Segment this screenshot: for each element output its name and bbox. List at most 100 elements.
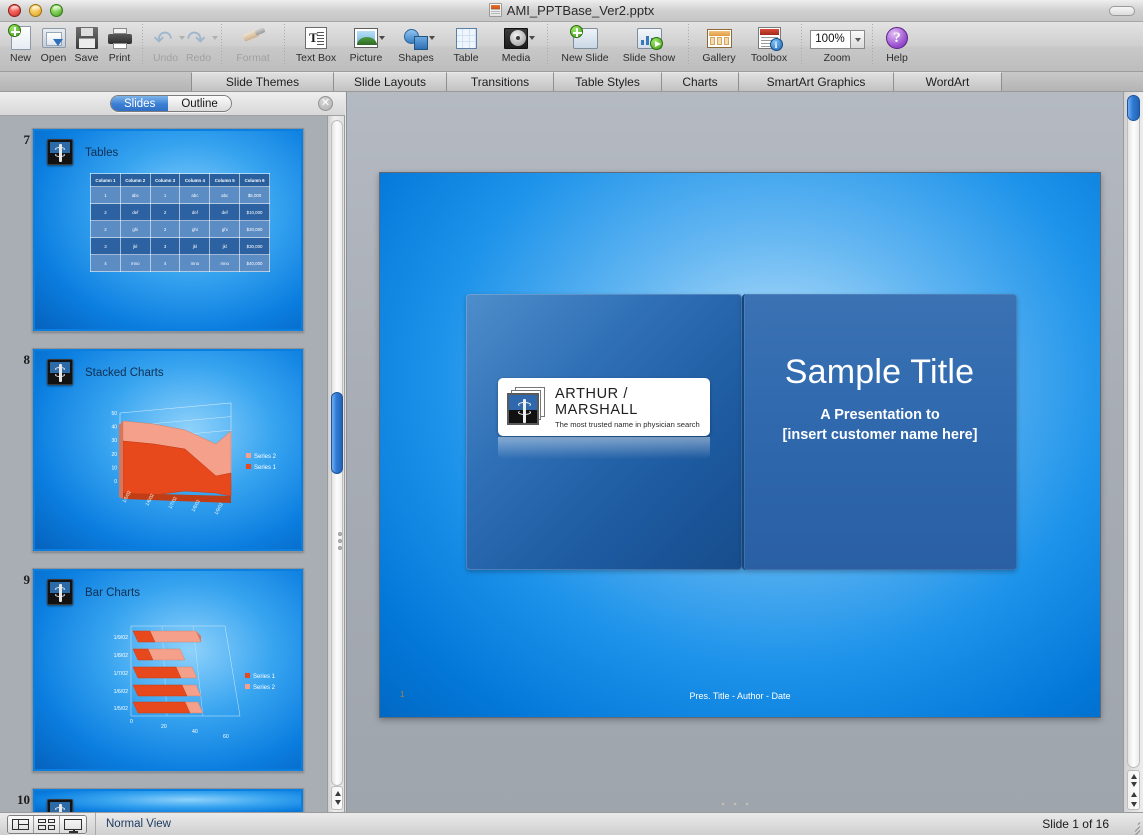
tab-smartart-graphics[interactable]: SmartArt Graphics xyxy=(739,72,894,91)
media-button[interactable]: Media xyxy=(491,22,541,64)
tab-table-styles[interactable]: Table Styles xyxy=(554,72,662,91)
next-slide-icon[interactable] xyxy=(1131,802,1137,807)
save-button[interactable]: Save xyxy=(70,22,103,64)
toolbox-button[interactable]: i Toolbox xyxy=(743,22,795,64)
chevron-down-icon[interactable] xyxy=(429,36,435,40)
slide-show-button-label: Slide Show xyxy=(622,52,676,64)
list-item[interactable]: 7 Tables Column 1 Column 2 Column 3 Colu… xyxy=(0,128,327,348)
tab-slide-layouts[interactable]: Slide Layouts xyxy=(334,72,447,91)
format-button[interactable]: Format xyxy=(228,22,278,64)
thumbnail-scrollbar[interactable] xyxy=(327,116,345,812)
slides-tab[interactable]: Slides xyxy=(111,96,169,111)
table-cell: $20,000 xyxy=(239,220,270,238)
svg-text:40: 40 xyxy=(111,425,117,431)
scrollbar-thumb[interactable] xyxy=(331,392,343,474)
open-button[interactable]: Open xyxy=(37,22,70,64)
slide-sorter-button[interactable] xyxy=(34,815,60,833)
toolbar-group-file: New Open Save Print xyxy=(4,22,136,72)
picture-icon xyxy=(353,25,385,51)
thumbnail-slide-9[interactable]: Bar Charts 1/9/02 1/8/02 1/7/02 1/6/02 1… xyxy=(32,568,304,772)
svg-text:1/6/02: 1/6/02 xyxy=(114,689,129,695)
window-resize-grip[interactable] xyxy=(1127,820,1141,835)
chevron-down-icon[interactable] xyxy=(379,36,385,40)
logo-panel[interactable]: ARTHUR / MARSHALL The most trusted name … xyxy=(466,294,742,570)
text-box-button[interactable]: T Text Box xyxy=(291,22,341,64)
pane-splitter-grip[interactable] xyxy=(338,532,342,550)
toolbar-toggle-button[interactable] xyxy=(1109,6,1135,16)
pptx-file-icon xyxy=(488,3,502,17)
logo-reflection xyxy=(498,437,710,459)
scrollbar-arrows[interactable] xyxy=(331,786,343,810)
chevron-down-icon[interactable] xyxy=(211,36,218,40)
thumbnail-slide-8[interactable]: Stacked Charts 50 40 30 20 10 0 1/5/02 1… xyxy=(32,348,304,552)
close-icon[interactable]: ✕ xyxy=(318,96,333,111)
table-cell: 4 xyxy=(90,254,121,272)
thumbnail-list[interactable]: 7 Tables Column 1 Column 2 Column 3 Colu… xyxy=(0,116,327,812)
new-slide-button[interactable]: New Slide xyxy=(554,22,616,64)
new-button[interactable]: New xyxy=(4,22,37,64)
undo-button[interactable]: ↶ Undo xyxy=(149,22,185,64)
chevron-down-icon[interactable] xyxy=(849,30,865,49)
current-slide[interactable]: ARTHUR / MARSHALL The most trusted name … xyxy=(379,172,1101,718)
gallery-icon xyxy=(706,25,732,51)
svg-text:60: 60 xyxy=(223,734,229,740)
slides-outline-segmented-control[interactable]: Slides Outline xyxy=(110,95,232,112)
notes-splitter-grip[interactable] xyxy=(721,802,749,806)
tab-wordart[interactable]: WordArt xyxy=(894,72,1002,91)
table-button[interactable]: Table xyxy=(441,22,491,64)
svg-text:20: 20 xyxy=(111,452,117,458)
tab-transitions[interactable]: Transitions xyxy=(447,72,554,91)
scrollbar-track[interactable] xyxy=(1127,95,1140,768)
text-box-icon: T xyxy=(303,25,329,51)
outline-tab[interactable]: Outline xyxy=(168,96,231,111)
picture-button[interactable]: Picture xyxy=(341,22,391,64)
view-mode-buttons[interactable] xyxy=(7,814,87,834)
slide-counter: Slide 1 of 16 xyxy=(1042,817,1109,831)
thumbnail-number: 9 xyxy=(23,572,31,587)
thumbnail-table: Column 1 Column 2 Column 3 Column 4 Colu… xyxy=(90,173,270,272)
toolbar-group-edit: ↶ Undo ↷ Redo xyxy=(149,22,218,72)
scroll-up-icon[interactable] xyxy=(1131,774,1137,779)
print-button[interactable]: Print xyxy=(103,22,136,64)
toolbox-button-label: Toolbox xyxy=(750,52,788,64)
svg-text:1/8/02: 1/8/02 xyxy=(114,653,129,659)
redo-button[interactable]: ↷ Redo xyxy=(182,22,218,64)
presenter-view-button[interactable] xyxy=(60,815,86,833)
tab-charts[interactable]: Charts xyxy=(662,72,739,91)
table-cell: def xyxy=(209,203,241,221)
chevron-down-icon[interactable] xyxy=(529,36,535,40)
tab-label: SmartArt Graphics xyxy=(766,75,866,89)
help-button[interactable]: ? Help xyxy=(879,22,915,64)
slide-subtitle[interactable]: A Presentation to [insert customer name … xyxy=(730,405,1030,445)
slide-show-button[interactable]: Slide Show xyxy=(616,22,682,64)
table-cell: 2 xyxy=(149,220,181,238)
scroll-down-icon[interactable] xyxy=(1131,782,1137,787)
slide-title[interactable]: Sample Title xyxy=(742,353,1017,392)
logo-tagline: The most trusted name in physician searc… xyxy=(555,419,700,429)
zoom-control[interactable]: 100% Zoom xyxy=(808,22,866,64)
list-item[interactable]: 9 Bar Charts 1/9/02 1/8/02 1/7/02 1/6/02… xyxy=(0,568,327,788)
tab-slide-themes[interactable]: Slide Themes xyxy=(191,72,334,91)
thumbnail-title: Tables xyxy=(85,147,119,159)
list-item[interactable]: 8 Stacked Charts 50 40 30 20 10 0 1/5/02… xyxy=(0,348,327,568)
media-button-label: Media xyxy=(501,52,531,64)
gallery-button[interactable]: Gallery xyxy=(695,22,743,64)
scrollbar-thumb[interactable] xyxy=(1127,95,1140,121)
table-row: 1 abc 1 abc abc $5,000 xyxy=(90,186,270,204)
presenter-view-icon xyxy=(64,818,82,833)
normal-view-button[interactable] xyxy=(8,815,34,833)
toolbar-group-tools: Gallery i Toolbox xyxy=(695,22,795,72)
scrollbar-arrows[interactable] xyxy=(1127,770,1140,810)
list-item[interactable]: 10 xyxy=(0,788,327,812)
scroll-down-icon[interactable] xyxy=(334,800,341,805)
thumbnail-slide-10[interactable] xyxy=(32,788,304,812)
toolbar-separator xyxy=(688,24,689,66)
scroll-up-icon[interactable] xyxy=(334,791,341,796)
previous-slide-icon[interactable] xyxy=(1131,792,1137,797)
slide-area-scrollbar[interactable] xyxy=(1123,92,1143,812)
thumbnail-slide-7[interactable]: Tables Column 1 Column 2 Column 3 Column… xyxy=(32,128,304,332)
table-cell: 2 xyxy=(149,203,181,221)
title-bar: AMI_PPTBase_Ver2.pptx xyxy=(0,0,1143,22)
zoom-input[interactable]: 100% xyxy=(809,30,850,49)
shapes-button[interactable]: Shapes xyxy=(391,22,441,64)
